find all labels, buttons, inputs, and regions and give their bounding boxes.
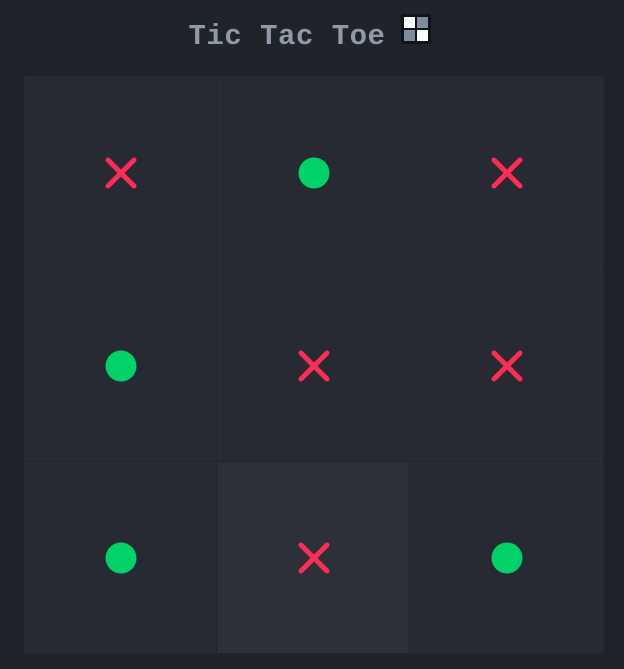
board-cell-r3-c3[interactable] (410, 462, 604, 654)
title-wrap: Tic Tac Toe (0, 0, 624, 70)
x-mark-icon (297, 541, 331, 575)
board-cell-r1-c3[interactable] (410, 76, 604, 269)
board-cell-r2-c1[interactable] (24, 269, 217, 462)
o-mark-icon (298, 157, 330, 189)
board-cell-r1-c1[interactable] (24, 76, 217, 269)
board-cell-r3-c1[interactable] (24, 462, 217, 654)
game-board (24, 76, 604, 654)
page-title: Tic Tac Toe (188, 19, 386, 53)
x-mark-icon (104, 156, 138, 190)
o-mark-icon (105, 542, 137, 574)
x-mark-icon (490, 349, 524, 383)
x-mark-icon (490, 156, 524, 190)
board-cell-r2-c3[interactable] (410, 269, 604, 462)
x-mark-icon (297, 349, 331, 383)
o-mark-icon (105, 350, 137, 382)
board-cell-r1-c2[interactable] (217, 76, 410, 269)
grid-icon (401, 14, 432, 44)
board-cell-r3-c2[interactable] (217, 462, 410, 654)
header-bar: Tic Tac Toe (0, 0, 624, 70)
board-cell-r2-c2[interactable] (217, 269, 410, 462)
o-mark-icon (491, 542, 523, 574)
